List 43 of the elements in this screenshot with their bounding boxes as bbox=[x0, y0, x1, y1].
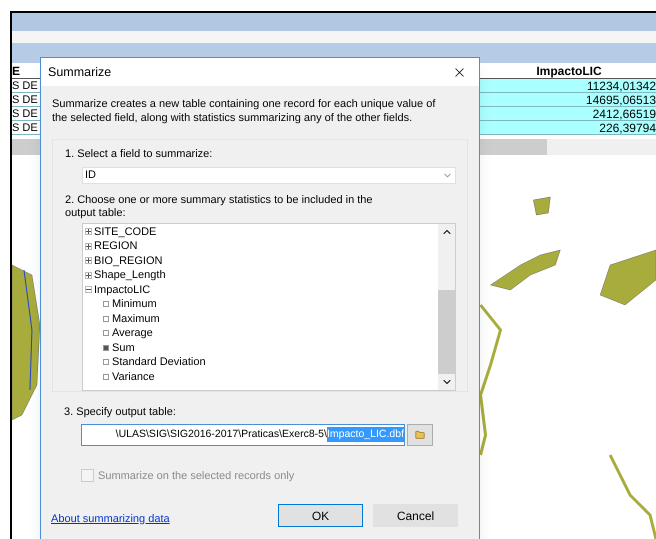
table-cell: 2412,66519 bbox=[482, 107, 656, 120]
checkbox[interactable] bbox=[103, 316, 109, 322]
folder-icon bbox=[415, 430, 425, 440]
tree-item[interactable]: REGION bbox=[94, 238, 138, 254]
tree-item[interactable]: Standard Deviation bbox=[112, 354, 206, 370]
step-label: 2. Choose one or more summary statistics to be included in the output table: bbox=[65, 194, 374, 220]
expand-icon[interactable] bbox=[85, 228, 92, 236]
browse-button[interactable] bbox=[407, 424, 433, 446]
expand-icon[interactable] bbox=[85, 257, 92, 264]
table-cell: 226,39794 bbox=[482, 121, 656, 134]
checkbox-label: Summarize on the selected records only bbox=[98, 468, 294, 484]
tree-item[interactable]: SITE_CODE bbox=[94, 224, 156, 240]
scroll-bar[interactable] bbox=[438, 224, 455, 390]
tree-item[interactable]: Minimum bbox=[112, 296, 157, 312]
tree-item[interactable]: Sum bbox=[112, 340, 135, 356]
table-cell: 11234,01342 bbox=[482, 79, 656, 92]
help-link[interactable]: About summarizing data bbox=[51, 510, 278, 527]
statistics-list[interactable]: SITE_CODE REGION BIO_REGION Shape_Length ImpactoLIC Minimum Maximum Average Sum Standard Deviation Variance bbox=[82, 222, 456, 391]
tree-item[interactable]: Maximum bbox=[112, 310, 160, 327]
tree-item[interactable]: ImpactoLIC bbox=[94, 282, 150, 298]
tree-item[interactable]: Variance bbox=[112, 368, 155, 385]
checkbox[interactable] bbox=[103, 344, 109, 351]
expand-icon[interactable] bbox=[85, 272, 92, 279]
field-dropdown[interactable]: ID bbox=[82, 166, 456, 184]
expand-icon[interactable] bbox=[85, 242, 92, 250]
dialog-title: Summarize bbox=[48, 64, 112, 81]
dialog-button[interactable]: Cancel bbox=[373, 504, 458, 527]
checkbox[interactable] bbox=[103, 330, 109, 336]
table-cell: 14695,06513 bbox=[482, 93, 656, 106]
checkbox[interactable] bbox=[103, 374, 109, 380]
column-header: E bbox=[12, 63, 22, 78]
output-path-field[interactable]: \ULAS\SIG\SIG2016-2017\Praticas\Exerc8-5\Impacto_LIC.dbf bbox=[81, 424, 405, 446]
tree-item[interactable]: Average bbox=[112, 325, 153, 342]
tree-item[interactable]: Shape_Length bbox=[94, 267, 166, 284]
description-text: Summarize creates a new table containing one record for each unique value of the selected field, along with statistics summarizing any of the other fields. bbox=[51, 97, 436, 125]
column-header: ImpactoLIC bbox=[535, 63, 603, 78]
step-label: 1. Select a field to summarize: bbox=[65, 147, 214, 162]
collapse-icon[interactable] bbox=[85, 286, 92, 294]
dialog-button[interactable]: OK bbox=[278, 504, 363, 527]
tree-item[interactable]: BIO_REGION bbox=[94, 252, 162, 269]
checkbox[interactable] bbox=[103, 359, 109, 366]
step-label: 3. Specify output table: bbox=[64, 405, 177, 420]
checkbox[interactable] bbox=[103, 301, 109, 308]
